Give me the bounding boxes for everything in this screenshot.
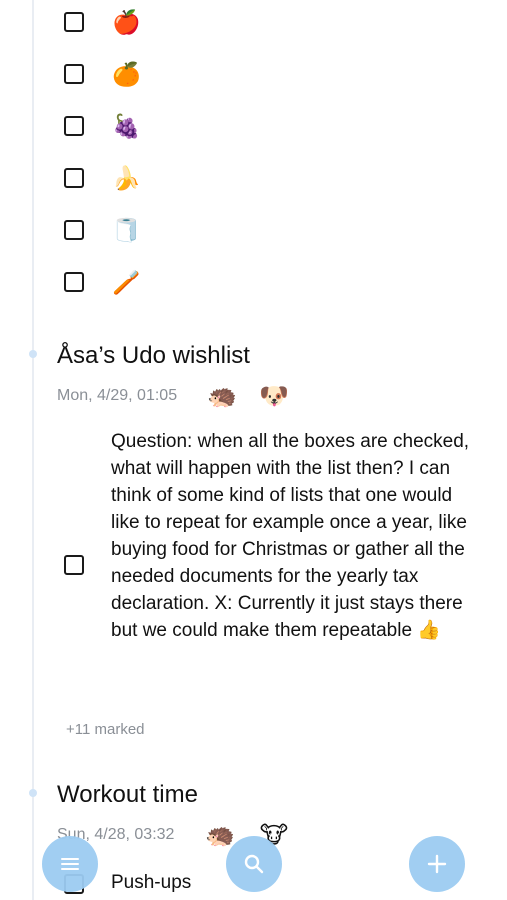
checkbox[interactable] [64,64,84,84]
apple-icon: 🍎 [112,9,141,35]
timeline-dot-workout [29,789,37,797]
search-icon [244,854,264,874]
checkbox[interactable] [64,220,84,240]
marked-count[interactable]: +11 marked [66,721,145,738]
timeline-dot-wishlist [29,350,37,358]
avatar[interactable]: 🐶 [258,380,290,412]
add-button[interactable] [409,836,465,892]
checkbox[interactable] [64,555,84,575]
banana-icon: 🍌 [112,165,141,191]
toothbrush-icon: 🪥 [112,269,141,295]
timeline-line [32,0,34,900]
avatar[interactable]: 🦔 [206,380,238,412]
checkbox[interactable] [64,12,84,32]
orange-icon: 🍊 [112,61,141,87]
checkbox[interactable] [64,168,84,188]
list-item: 🪥 [64,269,141,295]
menu-icon [61,858,79,870]
list-item [64,555,84,575]
toilet-paper-icon: 🧻 [112,217,141,243]
list-item: 🍇 [64,113,141,139]
list-item: 🍌 [64,165,141,191]
list-item: 🧻 [64,217,141,243]
item-text: Question: when all the boxes are checked… [111,431,470,641]
list-item: 🍊 [64,61,141,87]
grapes-icon: 🍇 [112,113,141,139]
menu-button[interactable] [42,836,98,892]
list-title-wishlist[interactable]: Åsa’s Udo wishlist [57,342,250,370]
checkbox[interactable] [64,272,84,292]
list-item-text[interactable]: Question: when all the boxes are checked… [111,428,483,644]
list-title-workout[interactable]: Workout time [57,781,198,809]
thumbs-up-icon: 👍 [417,620,441,641]
list-item-label: Push-ups [111,872,192,893]
checkbox[interactable] [64,116,84,136]
plus-icon [427,854,447,874]
search-button[interactable] [226,836,282,892]
list-date: Mon, 4/29, 01:05 [57,387,178,404]
list-item: 🍎 [64,9,141,35]
